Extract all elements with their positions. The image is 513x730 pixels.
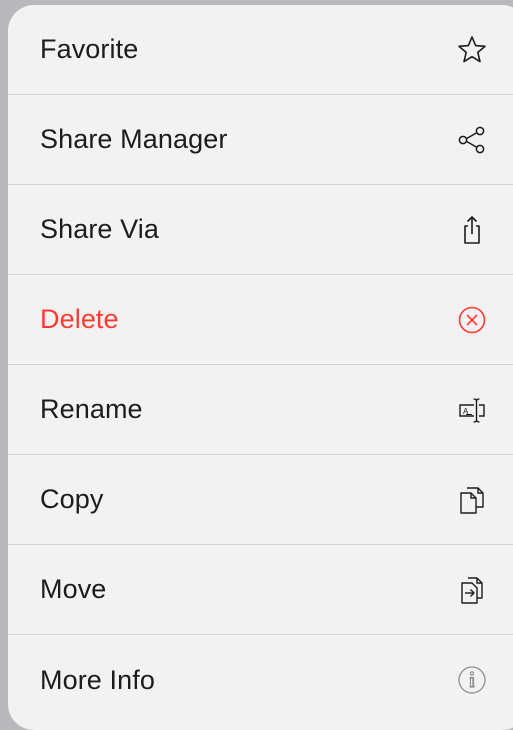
menu-item-more-info[interactable]: More Info — [8, 635, 513, 725]
menu-item-move[interactable]: Move — [8, 545, 513, 635]
share-up-icon — [457, 215, 487, 245]
copy-documents-icon — [457, 485, 487, 515]
menu-item-share-manager[interactable]: Share Manager — [8, 95, 513, 185]
menu-item-rename[interactable]: Rename A — [8, 365, 513, 455]
menu-item-favorite[interactable]: Favorite — [8, 5, 513, 95]
info-circle-icon — [457, 665, 487, 695]
menu-item-delete[interactable]: Delete — [8, 275, 513, 365]
menu-item-label: More Info — [40, 664, 155, 695]
delete-circle-x-icon — [457, 305, 487, 335]
menu-item-share-via[interactable]: Share Via — [8, 185, 513, 275]
share-nodes-icon — [457, 125, 487, 155]
menu-item-label: Share Manager — [40, 124, 228, 154]
menu-item-copy[interactable]: Copy — [8, 455, 513, 545]
rename-text-cursor-icon: A — [457, 395, 487, 425]
menu-item-label: Copy — [40, 484, 104, 514]
menu-item-label: Share Via — [40, 214, 159, 244]
menu-item-label: Delete — [40, 304, 119, 334]
star-icon — [457, 35, 487, 65]
context-menu: Favorite Share Manager Share Via Delete … — [8, 5, 513, 730]
menu-item-label: Rename — [40, 394, 143, 424]
menu-item-label: Move — [40, 574, 107, 604]
move-document-icon — [457, 575, 487, 605]
menu-item-label: Favorite — [40, 34, 139, 64]
